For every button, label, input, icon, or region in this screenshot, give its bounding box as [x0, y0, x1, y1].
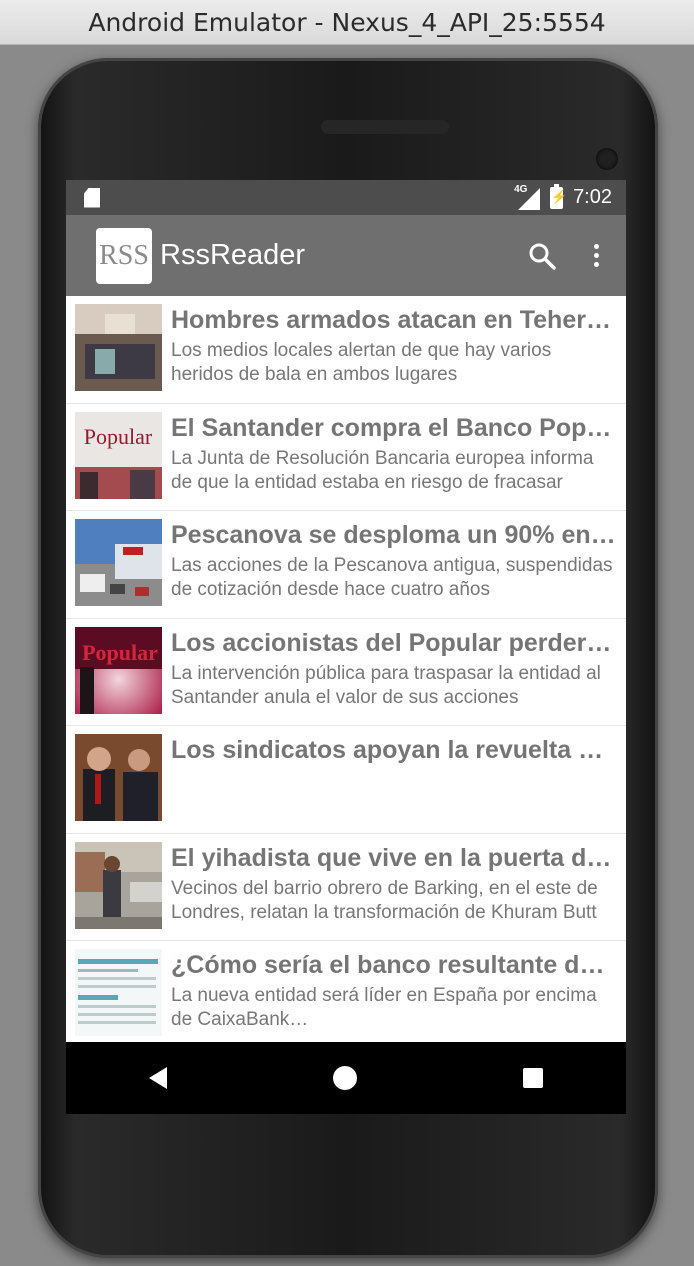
article-title: Pescanova se desploma un 90% en bolsa: [171, 521, 616, 549]
article-thumbnail: [75, 841, 162, 929]
status-bar: 4G 7:02: [66, 180, 626, 215]
battery-charging-icon: [550, 183, 567, 209]
sd-card-icon: [84, 187, 100, 208]
app-title: RssReader: [160, 239, 306, 271]
article-title: ¿Cómo sería el banco resultante de la fu…: [171, 951, 616, 979]
article-description: La nueva entidad será líder en España po…: [171, 985, 597, 1030]
list-item[interactable]: ¿Cómo sería el banco resultante de la fu…: [66, 941, 626, 1042]
article-title: Hombres armados atacan en Teherán el Par…: [171, 306, 616, 334]
article-thumbnail: [75, 949, 162, 1036]
article-title: El yihadista que vive en la puerta de al…: [171, 843, 616, 872]
app-bar: RSS RssReader: [66, 215, 626, 296]
back-icon[interactable]: [149, 1067, 167, 1089]
article-description: Los medios locales alertan de que hay va…: [171, 340, 552, 385]
list-item[interactable]: Los sindicatos apoyan la revuelta por la…: [66, 726, 626, 834]
recents-icon[interactable]: [523, 1068, 543, 1088]
thumb-popular-text: Popular: [84, 424, 153, 449]
article-thumbnail: Popular: [75, 626, 162, 714]
front-camera: [596, 148, 618, 170]
article-title: Los accionistas del Popular perderán su …: [171, 628, 616, 657]
search-icon: [529, 243, 556, 270]
article-title: El Santander compra el Banco Popular por…: [171, 413, 616, 442]
list-item[interactable]: Popular Los accionistas del Popular perd…: [66, 619, 626, 726]
article-thumbnail: [75, 304, 162, 391]
app-logo: RSS: [96, 227, 152, 284]
article-list[interactable]: Hombres armados atacan en Teherán el Par…: [66, 296, 626, 1042]
more-options-button[interactable]: [584, 236, 608, 276]
network-type: 4G: [514, 183, 528, 195]
emulator-title-bar: Android Emulator - Nexus_4_API_25:5554: [0, 0, 694, 45]
window-title: Android Emulator - Nexus_4_API_25:5554: [88, 7, 606, 37]
signal-icon: 4G: [514, 183, 541, 210]
article-title: Los sindicatos apoyan la revuelta por la…: [171, 736, 616, 764]
speaker-grille: [321, 120, 449, 134]
home-icon[interactable]: [333, 1066, 357, 1090]
article-description: Las acciones de la Pescanova antigua, su…: [171, 555, 613, 600]
device-screen: 4G 7:02 RSS RssReader: [66, 180, 626, 1114]
article-description: Vecinos del barrio obrero de Barking, en…: [171, 877, 598, 923]
search-button[interactable]: [522, 236, 562, 276]
article-thumbnail: [75, 734, 162, 821]
navigation-bar: [66, 1042, 626, 1114]
list-item[interactable]: Hombres armados atacan en Teherán el Par…: [66, 296, 626, 404]
list-item[interactable]: El yihadista que vive en la puerta de al…: [66, 834, 626, 941]
thumb-popular-text: Popular: [82, 640, 158, 665]
article-thumbnail: Popular: [75, 411, 162, 499]
list-item[interactable]: Pescanova se desploma un 90% en bolsa La…: [66, 511, 626, 619]
more-vert-icon: [593, 244, 599, 249]
clock: 7:02: [573, 186, 612, 208]
article-description: La intervención pública para traspasar l…: [171, 662, 601, 708]
article-thumbnail: [75, 519, 162, 606]
list-item[interactable]: Popular El Santander compra el Banco Pop…: [66, 404, 626, 511]
article-description: La Junta de Resolución Bancaria europea …: [171, 447, 594, 493]
